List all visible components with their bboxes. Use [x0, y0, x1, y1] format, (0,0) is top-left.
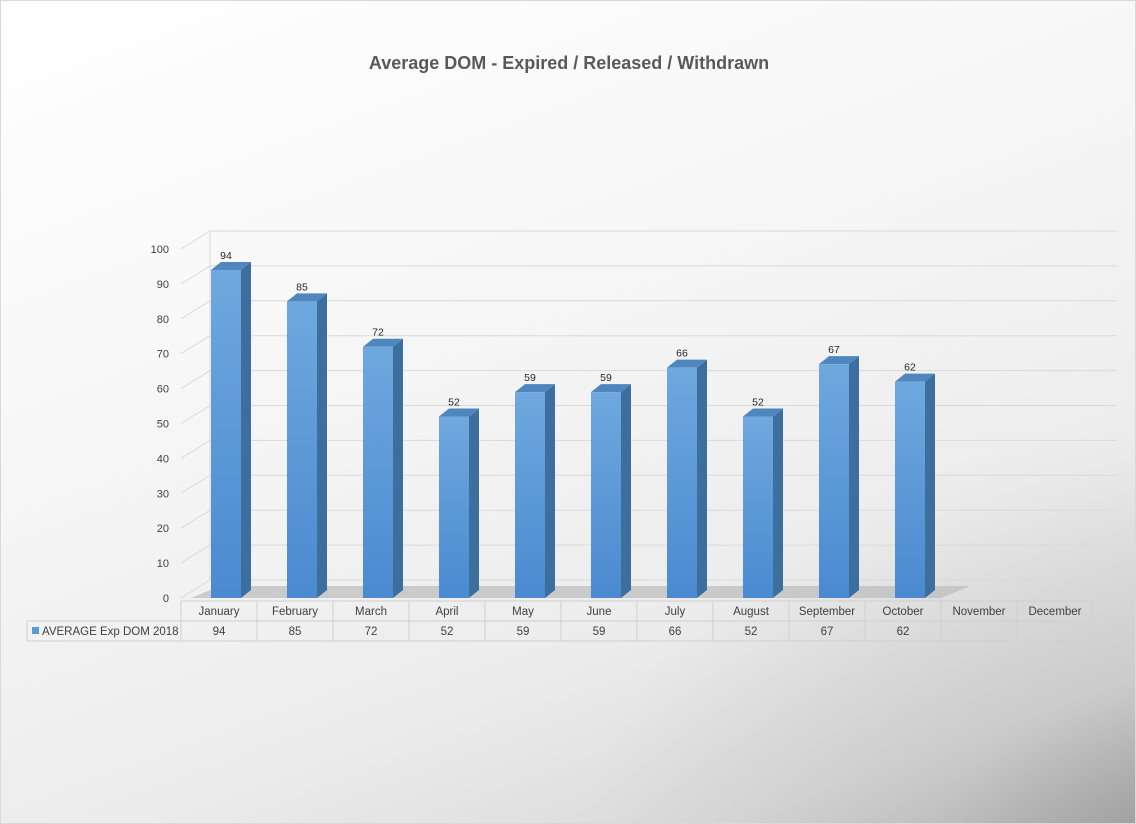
bar-front [439, 416, 469, 598]
bar-front [287, 301, 317, 598]
x-tick-label: February [272, 606, 318, 618]
data-label: 85 [296, 281, 308, 293]
data-label: 94 [220, 250, 232, 262]
table-value: 94 [213, 626, 226, 638]
gridline-side [180, 370, 211, 390]
gridline-side [180, 474, 211, 494]
bar [211, 261, 251, 598]
bar-side [697, 359, 707, 598]
table-value: 85 [289, 626, 302, 638]
gridline-side [180, 544, 211, 564]
x-tick-label: March [355, 606, 387, 618]
x-tick-label: January [199, 606, 240, 618]
legend-swatch [32, 627, 39, 634]
x-tick-label: December [1028, 606, 1081, 618]
bar-side [925, 373, 935, 598]
bar-side [469, 408, 479, 598]
data-label: 52 [448, 397, 460, 409]
table-value: 52 [745, 626, 758, 638]
gridline-side [180, 335, 211, 355]
chart-frame: Average DOM - Expired / Released / Withd… [0, 0, 1136, 824]
y-tick-label: 10 [157, 558, 169, 570]
table-value: 52 [441, 626, 454, 638]
bar-front [895, 381, 925, 598]
gridline-side [180, 265, 211, 285]
table-value: 59 [593, 626, 606, 638]
y-tick-label: 20 [157, 523, 169, 535]
x-tick-label: September [799, 606, 855, 618]
bar-side [773, 408, 783, 598]
x-tick-label: April [435, 606, 458, 618]
bar-front [591, 392, 621, 598]
x-tick-label: November [952, 606, 1005, 618]
data-label: 62 [904, 362, 916, 374]
chart-plot: 0 10 20 30 40 50 60 70 80 90 100 94 85 72 52 59 59 66 52 67… [26, 230, 1117, 642]
bar-front [515, 392, 545, 598]
y-tick-label: 70 [157, 349, 169, 361]
table-value: 59 [517, 626, 530, 638]
gridline-side [180, 300, 211, 320]
x-tick-label: May [512, 606, 534, 618]
legend-label: AVERAGE Exp DOM 2018 [42, 626, 179, 638]
data-label: 59 [600, 372, 612, 384]
bar-side [621, 384, 631, 598]
bar [515, 384, 555, 598]
bar-side [393, 338, 403, 598]
bar-front [743, 416, 773, 598]
bar-front [363, 346, 393, 598]
bar [895, 373, 935, 598]
bar [819, 356, 859, 598]
y-tick-label: 50 [157, 419, 169, 431]
bar-side [241, 261, 251, 598]
bar-front [667, 367, 697, 598]
bar-side [849, 356, 859, 598]
y-tick-label: 0 [163, 593, 169, 605]
gridline-side [180, 405, 211, 424]
x-tick-label: August [733, 606, 770, 618]
gridline-side [180, 439, 211, 459]
x-tick-label: June [587, 606, 612, 618]
x-tick-label: July [665, 606, 686, 618]
table-value: 62 [897, 626, 910, 638]
table-value: 72 [365, 626, 378, 638]
y-tick-label: 80 [157, 314, 169, 326]
bar [667, 359, 707, 598]
data-label: 52 [752, 397, 764, 409]
bar [287, 293, 327, 598]
data-label: 59 [524, 372, 536, 384]
y-tick-label: 100 [151, 244, 169, 256]
bar [439, 408, 479, 598]
data-label: 67 [828, 344, 840, 356]
gridline-side [180, 230, 211, 250]
gridline-side [180, 509, 211, 529]
bar [363, 338, 403, 598]
y-tick-label: 30 [157, 488, 169, 500]
y-tick-label: 90 [157, 279, 169, 291]
bar [743, 408, 783, 598]
y-tick-label: 40 [157, 453, 169, 465]
table-value: 67 [821, 626, 834, 638]
bar [591, 384, 631, 598]
bar-side [545, 384, 555, 598]
y-tick-label: 60 [157, 384, 169, 396]
bar-front [211, 269, 241, 598]
data-label: 72 [372, 327, 384, 339]
bar-front [819, 364, 849, 598]
table-value: 66 [669, 626, 682, 638]
bar-side [317, 293, 327, 598]
x-tick-label: October [883, 606, 924, 618]
data-label: 66 [676, 348, 688, 360]
